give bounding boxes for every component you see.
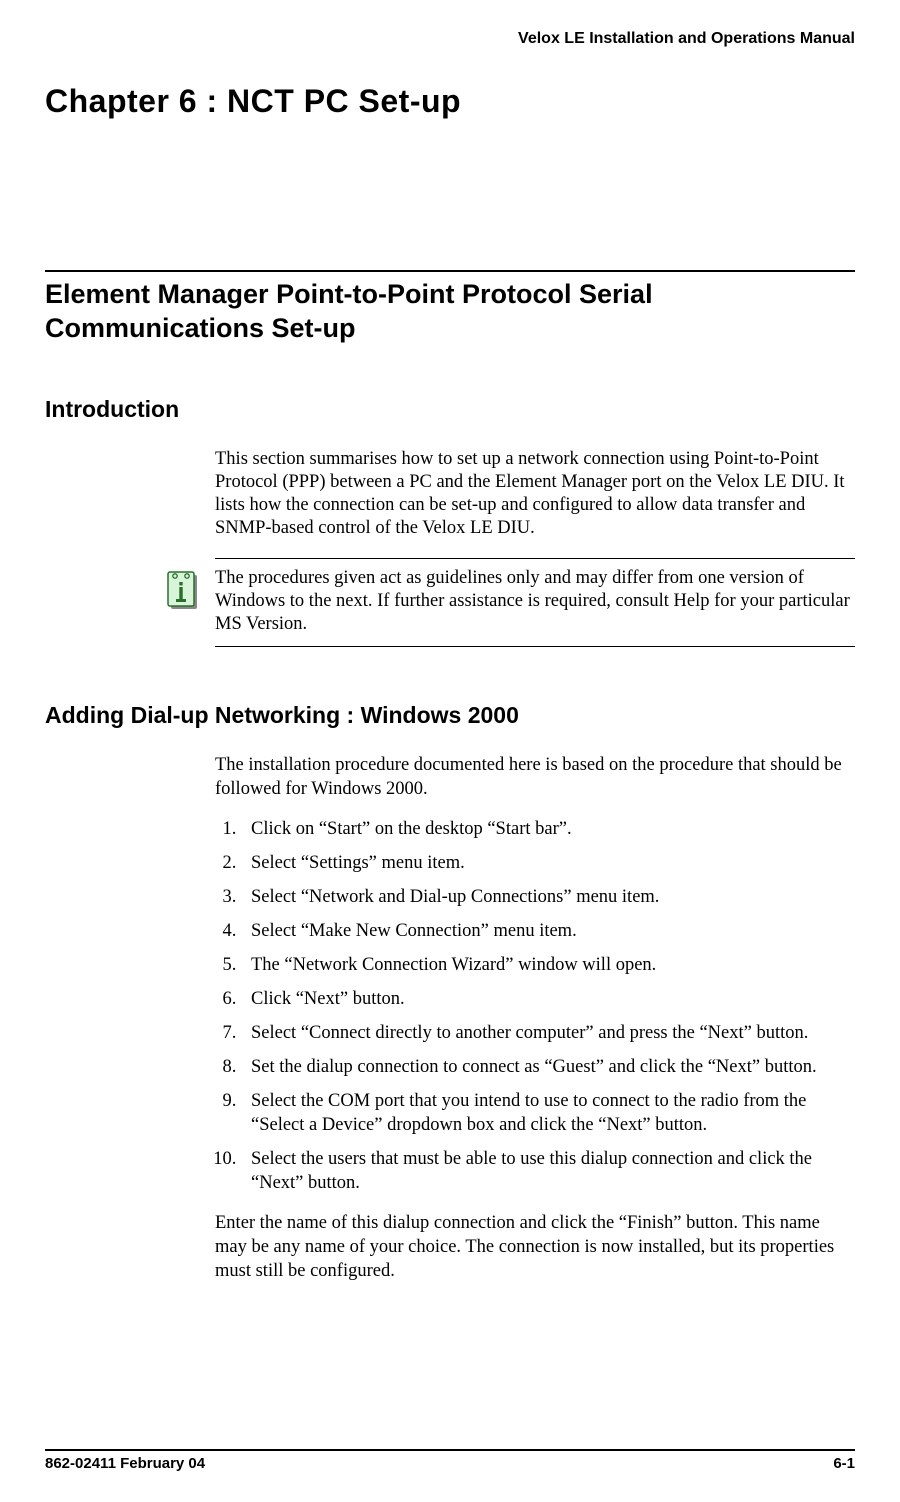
footer-doc-number: 862-02411 February 04	[45, 1455, 205, 1472]
footer-rule	[45, 1449, 855, 1451]
step-item: Click on “Start” on the desktop “Start b…	[241, 817, 855, 841]
note-icon	[163, 567, 215, 622]
page-footer: 862-02411 February 04 6-1	[45, 1449, 855, 1472]
section-title: Element Manager Point-to-Point Protocol …	[45, 278, 855, 346]
dialup-intro: The installation procedure documented he…	[215, 754, 855, 800]
note-bottom-rule	[215, 646, 855, 647]
introduction-heading: Introduction	[45, 396, 855, 423]
manual-header-title: Velox LE Installation and Operations Man…	[45, 30, 855, 48]
step-item: Select “Settings” menu item.	[241, 851, 855, 875]
section-divider	[45, 270, 855, 272]
step-item: The “Network Connection Wizard” window w…	[241, 953, 855, 977]
step-item: Select the COM port that you intend to u…	[241, 1089, 855, 1137]
chapter-title: Chapter 6 : NCT PC Set-up	[45, 83, 855, 120]
page: Velox LE Installation and Operations Man…	[0, 0, 900, 1502]
footer-page-number: 6-1	[833, 1455, 855, 1472]
note-text: The procedures given act as guidelines o…	[215, 567, 855, 636]
step-item: Select “Network and Dial-up Connections”…	[241, 885, 855, 909]
introduction-body: This section summarises how to set up a …	[215, 448, 855, 541]
step-item: Select “Connect directly to another comp…	[241, 1021, 855, 1045]
note-block: The procedures given act as guidelines o…	[215, 558, 855, 647]
step-item: Select “Make New Connection” menu item.	[241, 919, 855, 943]
step-item: Click “Next” button.	[241, 987, 855, 1011]
dialup-body: The installation procedure documented he…	[215, 754, 855, 1283]
step-item: Select the users that must be able to us…	[241, 1147, 855, 1195]
step-item: Set the dialup connection to connect as …	[241, 1055, 855, 1079]
dialup-steps-list: Click on “Start” on the desktop “Start b…	[215, 817, 855, 1196]
dialup-heading: Adding Dial-up Networking : Windows 2000	[45, 702, 855, 729]
introduction-paragraph: This section summarises how to set up a …	[215, 448, 855, 541]
dialup-closing: Enter the name of this dialup connection…	[215, 1211, 855, 1283]
